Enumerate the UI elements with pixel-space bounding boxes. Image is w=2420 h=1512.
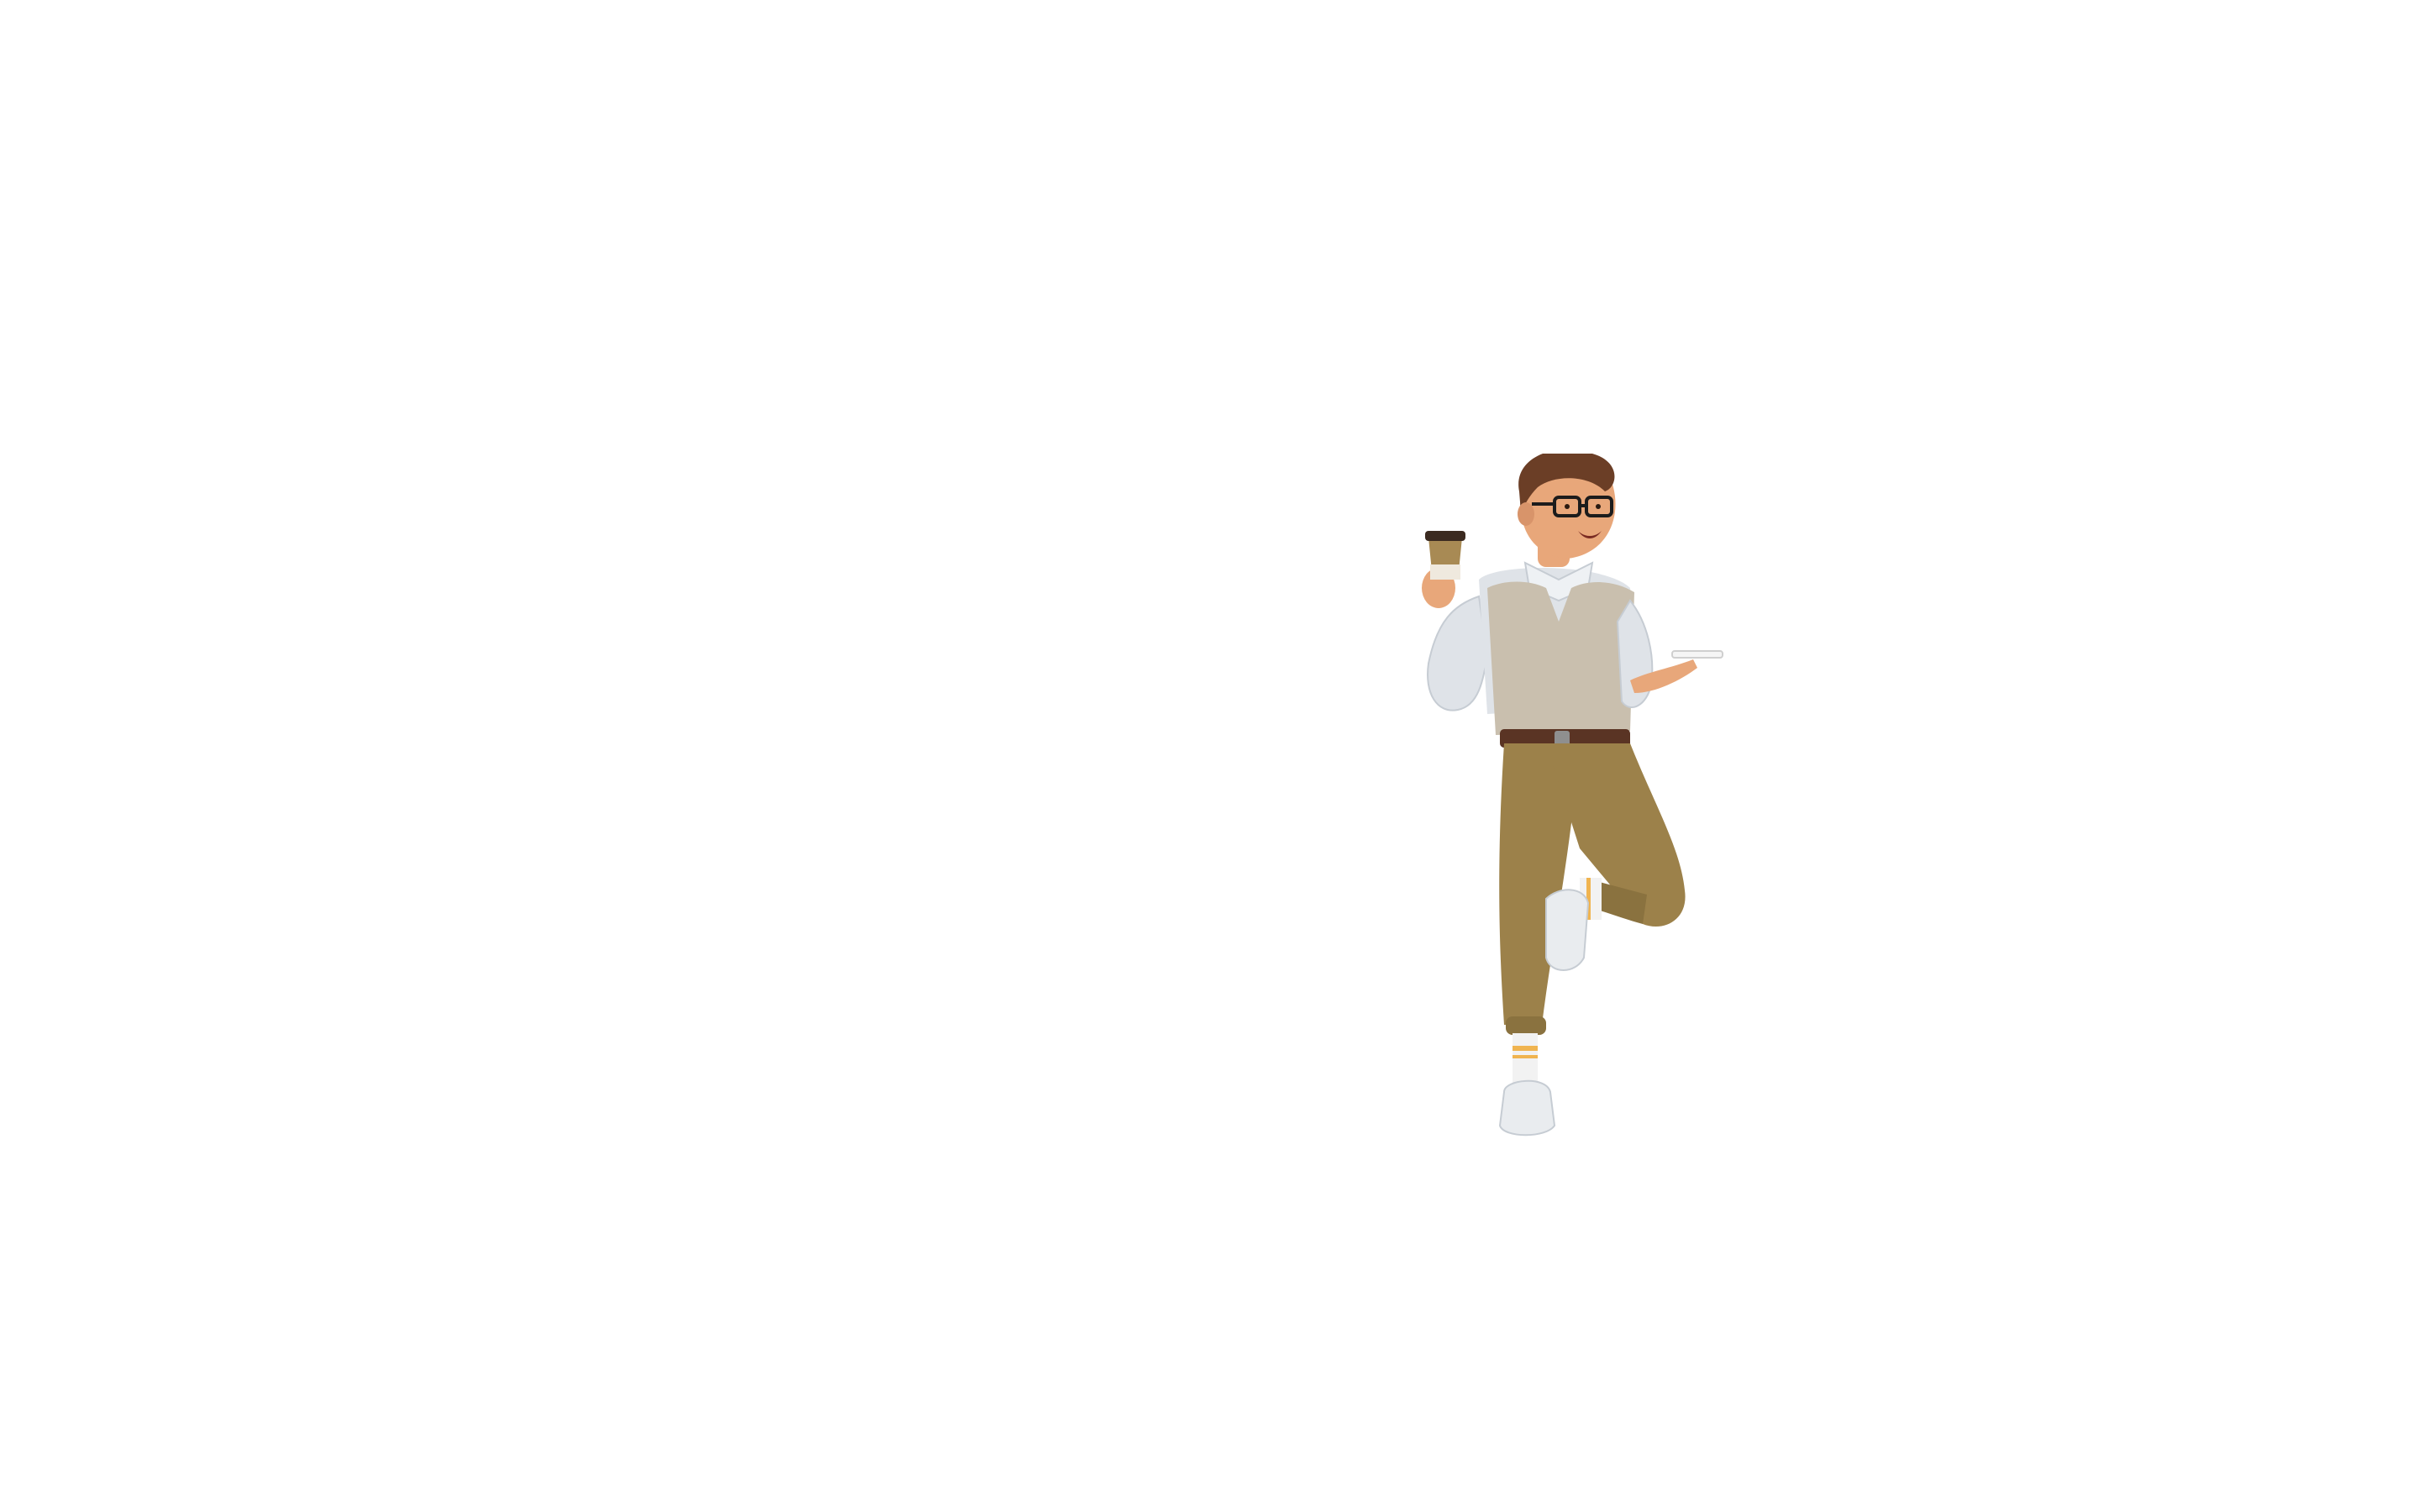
right-arm — [1616, 599, 1723, 709]
sneaker-icon — [1545, 889, 1590, 971]
raised-leg — [1545, 743, 1686, 971]
phone-icon — [1671, 650, 1723, 659]
image-canvas — [0, 0, 2420, 1512]
left-arm — [1422, 568, 1489, 711]
character-illustration — [1422, 454, 1723, 1137]
coffee-cup-icon — [1425, 531, 1465, 580]
sneaker-icon — [1498, 1079, 1556, 1137]
head — [1518, 454, 1616, 567]
character-figure — [1378, 454, 1748, 1193]
torso — [1479, 561, 1639, 748]
